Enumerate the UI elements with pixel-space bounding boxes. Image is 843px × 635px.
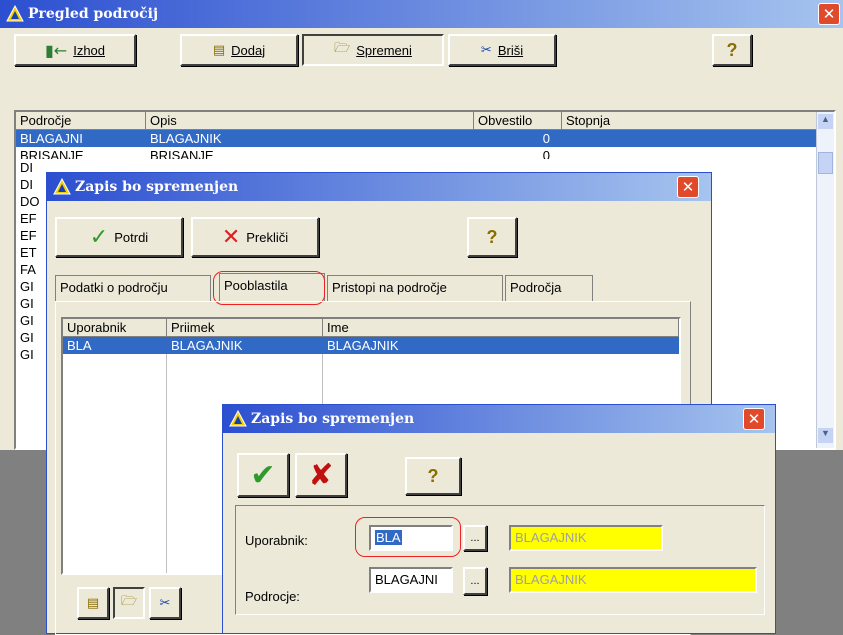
edit-record-dialog: Zapis bo spremenjen ✕ ✔ ✘ ? Uporabnik: B… xyxy=(222,404,776,634)
app-logo-icon xyxy=(229,410,247,427)
area-description: BLAGAJNIK xyxy=(509,567,757,593)
scroll-up-icon[interactable]: ▲ xyxy=(818,114,833,129)
cell-opis: BLAGAJNIK xyxy=(150,131,222,146)
dialog1-title: Zapis bo spremenjen xyxy=(75,179,239,195)
tab-strip: Podatki o področju Pooblastila Pristopi … xyxy=(55,273,705,301)
edit-button[interactable]: 🗁 Spremeni xyxy=(302,34,444,66)
table-row[interactable]: BLAGAJNI BLAGAJNIK 0 xyxy=(16,130,820,147)
annotation-ring xyxy=(213,271,325,305)
checkmark-icon: ✔ xyxy=(250,457,276,493)
dialog2-cancel-button[interactable]: ✘ xyxy=(295,453,347,497)
cell-priimek: BLAGAJNIK xyxy=(171,338,243,353)
col-header-obvestilo[interactable]: Obvestilo xyxy=(474,112,562,130)
main-close-button[interactable]: ✕ xyxy=(818,3,840,25)
folder-edit-icon: 🗁 xyxy=(334,41,351,56)
cell-opis: BRISANJE xyxy=(150,148,214,159)
add-button[interactable]: ▤ Dodaj xyxy=(180,34,298,66)
exit-button[interactable]: ▮← Izhod xyxy=(14,34,136,66)
help-button[interactable]: ? xyxy=(712,34,752,66)
help-icon: ? xyxy=(427,465,439,486)
cancel-label: Prekliči xyxy=(246,229,289,245)
cross-icon: ✘ xyxy=(308,457,334,493)
dialog2-titlebar: Zapis bo spremenjen ✕ xyxy=(223,405,775,433)
dialog1-close-button[interactable]: ✕ xyxy=(677,176,699,198)
cell-podrocje: BRISANJE xyxy=(20,148,84,159)
dialog1-help-button[interactable]: ? xyxy=(467,217,517,257)
user-lookup-button[interactable]: ... xyxy=(463,525,487,551)
area-lookup-button[interactable]: ... xyxy=(463,567,487,595)
table-row[interactable]: BLA BLAGAJNIK BLAGAJNIK xyxy=(63,337,679,354)
cell-uporabnik: BLA xyxy=(67,338,92,353)
main-title: Pregled področij xyxy=(28,6,159,22)
user-description: BLAGAJNIK xyxy=(509,525,663,551)
area-input[interactable]: BLAGAJNI xyxy=(369,567,453,593)
dialog2-close-button[interactable]: ✕ xyxy=(743,408,765,430)
scroll-down-icon[interactable]: ▼ xyxy=(818,428,833,443)
add-record-icon: ▤ xyxy=(86,595,100,611)
dialog2-title: Zapis bo spremenjen xyxy=(251,411,415,427)
help-icon: ? xyxy=(726,39,738,60)
delete-button[interactable]: ✂ Briši xyxy=(448,34,556,66)
col-header-priimek[interactable]: Priimek xyxy=(167,319,323,337)
column-divider xyxy=(166,354,167,573)
dialog2-confirm-button[interactable]: ✔ xyxy=(237,453,289,497)
exit-label: Izhod xyxy=(73,42,106,58)
tab-podrocja[interactable]: Področja xyxy=(505,275,593,301)
cell-podrocje: BLAGAJNI xyxy=(20,131,83,146)
tab-podatki[interactable]: Podatki o področju xyxy=(55,275,211,301)
cancel-button[interactable]: ✕ Prekliči xyxy=(191,217,319,257)
add-small-button[interactable]: ▤ xyxy=(77,587,109,619)
user-label: Uporabnik: xyxy=(245,533,308,548)
app-logo-icon xyxy=(53,178,71,195)
col-header-podrocje[interactable]: Področje xyxy=(16,112,146,130)
fields-panel xyxy=(235,505,765,615)
edit-label: Spremeni xyxy=(356,42,412,58)
cell-obvestilo: 0 xyxy=(542,148,550,159)
annotation-ring xyxy=(355,517,461,557)
edit-small-button[interactable]: 🗁 xyxy=(113,587,145,619)
delete-label: Briši xyxy=(497,42,524,58)
door-exit-icon: ▮← xyxy=(44,40,68,60)
scissors-icon: ✂ xyxy=(159,595,171,611)
col-header-uporabnik[interactable]: Uporabnik xyxy=(63,319,167,337)
col-header-opis[interactable]: Opis xyxy=(146,112,474,130)
app-logo-icon xyxy=(6,5,24,22)
confirm-label: Potrdi xyxy=(114,229,149,245)
checkmark-icon: ✓ xyxy=(89,224,109,250)
vertical-scrollbar[interactable]: ▲ ▼ xyxy=(816,112,834,448)
add-label: Dodaj xyxy=(231,42,266,58)
table-row[interactable]: BRISANJE BRISANJE 0 xyxy=(16,147,820,159)
confirm-button[interactable]: ✓ Potrdi xyxy=(55,217,183,257)
scissors-icon: ✂ xyxy=(480,42,492,58)
main-titlebar: Pregled področij ✕ xyxy=(0,0,843,28)
tab-pristopi[interactable]: Pristopi na področje xyxy=(327,275,503,301)
dialog2-help-button[interactable]: ? xyxy=(405,457,461,495)
dialog1-titlebar: Zapis bo spremenjen ✕ xyxy=(47,173,711,201)
help-icon: ? xyxy=(486,226,498,247)
cell-ime: BLAGAJNIK xyxy=(327,338,399,353)
delete-small-button[interactable]: ✂ xyxy=(149,587,181,619)
col-header-stopnja[interactable]: Stopnja xyxy=(562,112,820,130)
area-label: Podrocje: xyxy=(245,589,300,604)
cross-icon: ✕ xyxy=(221,224,241,250)
col-header-ime[interactable]: Ime xyxy=(323,319,679,337)
folder-edit-icon: 🗁 xyxy=(120,594,138,609)
add-record-icon: ▤ xyxy=(212,42,226,58)
cell-obvestilo: 0 xyxy=(542,131,550,146)
scroll-thumb[interactable] xyxy=(818,152,833,174)
